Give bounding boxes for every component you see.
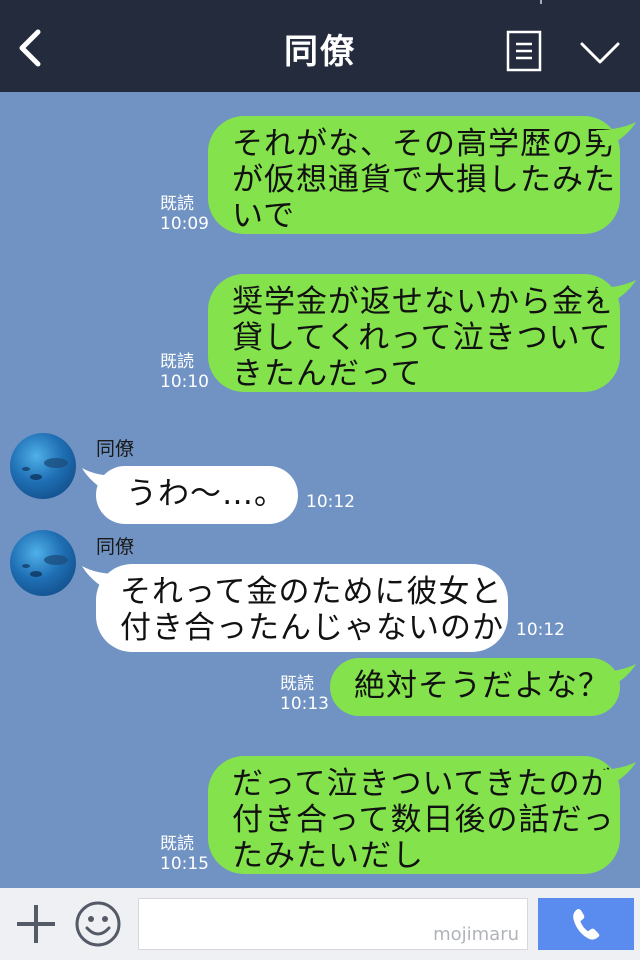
read-receipt: 既読 (160, 352, 194, 372)
message-time: 10:10 (160, 372, 209, 392)
avatar[interactable] (10, 433, 76, 499)
chat-header: 同僚 (0, 0, 640, 92)
watermark: mojimaru (433, 924, 519, 945)
message-bubble[interactable]: うわ～…。 (96, 466, 298, 524)
message-line: うわ～…。 (126, 476, 286, 512)
message-line: きたんだって (232, 356, 423, 392)
message-line: 付き合って数日後の話だっ (232, 802, 615, 838)
message-time: 10:15 (160, 854, 209, 874)
message-time: 10:09 (160, 214, 209, 234)
message-line: 付き合ったんじゃないのか (120, 610, 504, 646)
message-line: いで (232, 198, 296, 234)
message-bubble[interactable]: だって泣きついてきたのが 付き合って数日後の話だっ たみたいだし (208, 756, 620, 874)
read-receipt: 既読 (160, 834, 194, 854)
message-meta: 既読 10:10 (160, 352, 209, 392)
plus-icon (17, 905, 55, 943)
smiley-icon (75, 901, 121, 947)
message-time: 10:12 (516, 620, 565, 640)
phone-icon (573, 909, 600, 940)
message-bubble[interactable]: 奨学金が返せないから金を 貸してくれって泣きついて きたんだって (208, 274, 620, 392)
chat-title: 同僚 (284, 32, 356, 72)
message-time: 10:13 (280, 694, 329, 714)
bubble-tail (596, 762, 636, 788)
fish-icon (22, 555, 68, 577)
menu-button[interactable] (506, 30, 542, 72)
read-receipt: 既読 (280, 674, 314, 694)
message-line: 貸してくれって泣きついて (232, 320, 612, 356)
read-receipt: 既読 (160, 194, 194, 214)
sender-name: 同僚 (96, 438, 135, 460)
bubble-tail (596, 664, 636, 690)
input-bar: mojimaru (0, 888, 640, 960)
message-line: 絶対そうだよな？ (354, 668, 610, 704)
message-bubble[interactable]: それって金のために彼女と 付き合ったんじゃないのか (96, 564, 508, 652)
fish-icon (22, 458, 68, 480)
notes-icon (506, 30, 542, 72)
message-time: 10:12 (306, 492, 355, 512)
bubble-tail (596, 122, 636, 148)
collapse-button[interactable] (578, 38, 622, 68)
message-input[interactable]: mojimaru (138, 898, 528, 950)
message-meta: 既読 10:13 (280, 674, 329, 714)
message-line: だって泣きついてきたのが (232, 766, 613, 802)
avatar[interactable] (10, 530, 76, 596)
message-bubble[interactable]: 絶対そうだよな？ (330, 658, 620, 716)
chevron-down-icon (580, 42, 620, 64)
message-line: 奨学金が返せないから金を (232, 284, 616, 320)
message-line: それって金のために彼女と (120, 574, 503, 610)
bubble-tail (596, 280, 636, 306)
message-meta: 既読 10:09 (160, 194, 209, 234)
message-line: が仮想通貨で大損したみた (232, 162, 616, 198)
status-indicator (540, 0, 542, 4)
emoji-button[interactable] (74, 900, 122, 948)
message-line: たみたいだし (232, 838, 424, 874)
add-button[interactable] (14, 902, 58, 946)
message-line: それがな、その高学歴の男 (232, 126, 616, 162)
sender-name: 同僚 (96, 536, 135, 558)
message-meta: 既読 10:15 (160, 834, 209, 874)
call-button[interactable] (538, 898, 634, 950)
message-bubble[interactable]: それがな、その高学歴の男 が仮想通貨で大損したみた いで (208, 116, 620, 234)
